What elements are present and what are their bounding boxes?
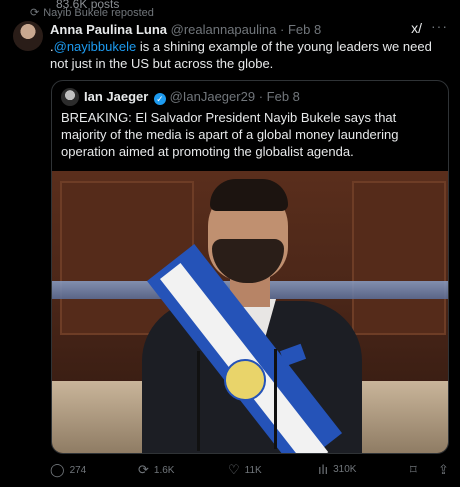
quote-header: Ian Jaeger ✓ @IanJaeger29 · Feb 8 bbox=[84, 89, 300, 105]
mention-link[interactable]: @nayibbukele bbox=[54, 39, 137, 54]
views-button[interactable]: ılı 310K bbox=[318, 462, 356, 477]
author-name[interactable]: Anna Paulina Luna bbox=[50, 22, 167, 37]
views-count: 310K bbox=[333, 464, 357, 475]
like-button[interactable]: ♡ 11K bbox=[228, 462, 262, 478]
author-avatar[interactable] bbox=[13, 21, 43, 51]
separator-dot: · bbox=[280, 22, 285, 37]
quote-author-name[interactable]: Ian Jaeger bbox=[84, 89, 148, 104]
bar-chart-icon: ılı bbox=[318, 462, 329, 477]
grok-icon[interactable]: x/ bbox=[411, 20, 422, 36]
top-bar: 83.6K posts ⟳ Nayib Bukele reposted bbox=[0, 0, 460, 19]
quote-author-avatar[interactable] bbox=[61, 88, 79, 106]
action-bar: ◯ 274 ⟳ 1.6K ♡ 11K ılı 310K ⌑ ⇪ bbox=[0, 462, 460, 482]
reply-icon: ◯ bbox=[50, 462, 65, 477]
repost-label: Nayib Bukele reposted bbox=[43, 7, 154, 19]
bookmark-icon: ⌑ bbox=[410, 462, 417, 477]
share-icon: ⇪ bbox=[438, 462, 449, 477]
quote-text: BREAKING: El Salvador President Nayib Bu… bbox=[61, 110, 399, 159]
quote-photo[interactable] bbox=[52, 171, 448, 453]
like-count: 11K bbox=[244, 464, 262, 476]
photo-hair bbox=[210, 179, 288, 211]
photo-emblem bbox=[224, 359, 266, 401]
heart-icon: ♡ bbox=[228, 462, 240, 477]
photo-microphone bbox=[274, 349, 277, 449]
quote-author-handle[interactable]: @IanJaeger29 bbox=[170, 89, 255, 104]
repost-button[interactable]: ⟳ 1.6K bbox=[138, 462, 174, 478]
repost-icon: ⟳ bbox=[138, 462, 149, 477]
separator-dot: · bbox=[258, 89, 264, 104]
reply-count: 274 bbox=[69, 464, 87, 476]
quoted-tweet[interactable]: Ian Jaeger ✓ @IanJaeger29 · Feb 8 BREAKI… bbox=[51, 80, 449, 454]
repost-indicator[interactable]: ⟳ Nayib Bukele reposted bbox=[30, 6, 154, 19]
reply-button[interactable]: ◯ 274 bbox=[50, 462, 86, 478]
quote-date[interactable]: Feb 8 bbox=[267, 89, 300, 104]
photo-microphone bbox=[197, 351, 200, 451]
tweet-date[interactable]: Feb 8 bbox=[288, 22, 321, 37]
more-options-icon[interactable]: ··· bbox=[431, 18, 448, 34]
bookmark-button[interactable]: ⌑ bbox=[410, 462, 417, 478]
repost-count: 1.6K bbox=[153, 464, 175, 476]
repost-icon: ⟳ bbox=[30, 7, 40, 19]
verified-badge-icon: ✓ bbox=[153, 93, 166, 105]
tweet-text: .@nayibbukele is a shining example of th… bbox=[50, 38, 450, 72]
author-handle[interactable]: @realannapaulina bbox=[171, 22, 277, 37]
photo-wood-panel-right bbox=[352, 181, 446, 335]
share-button[interactable]: ⇪ bbox=[438, 462, 449, 478]
